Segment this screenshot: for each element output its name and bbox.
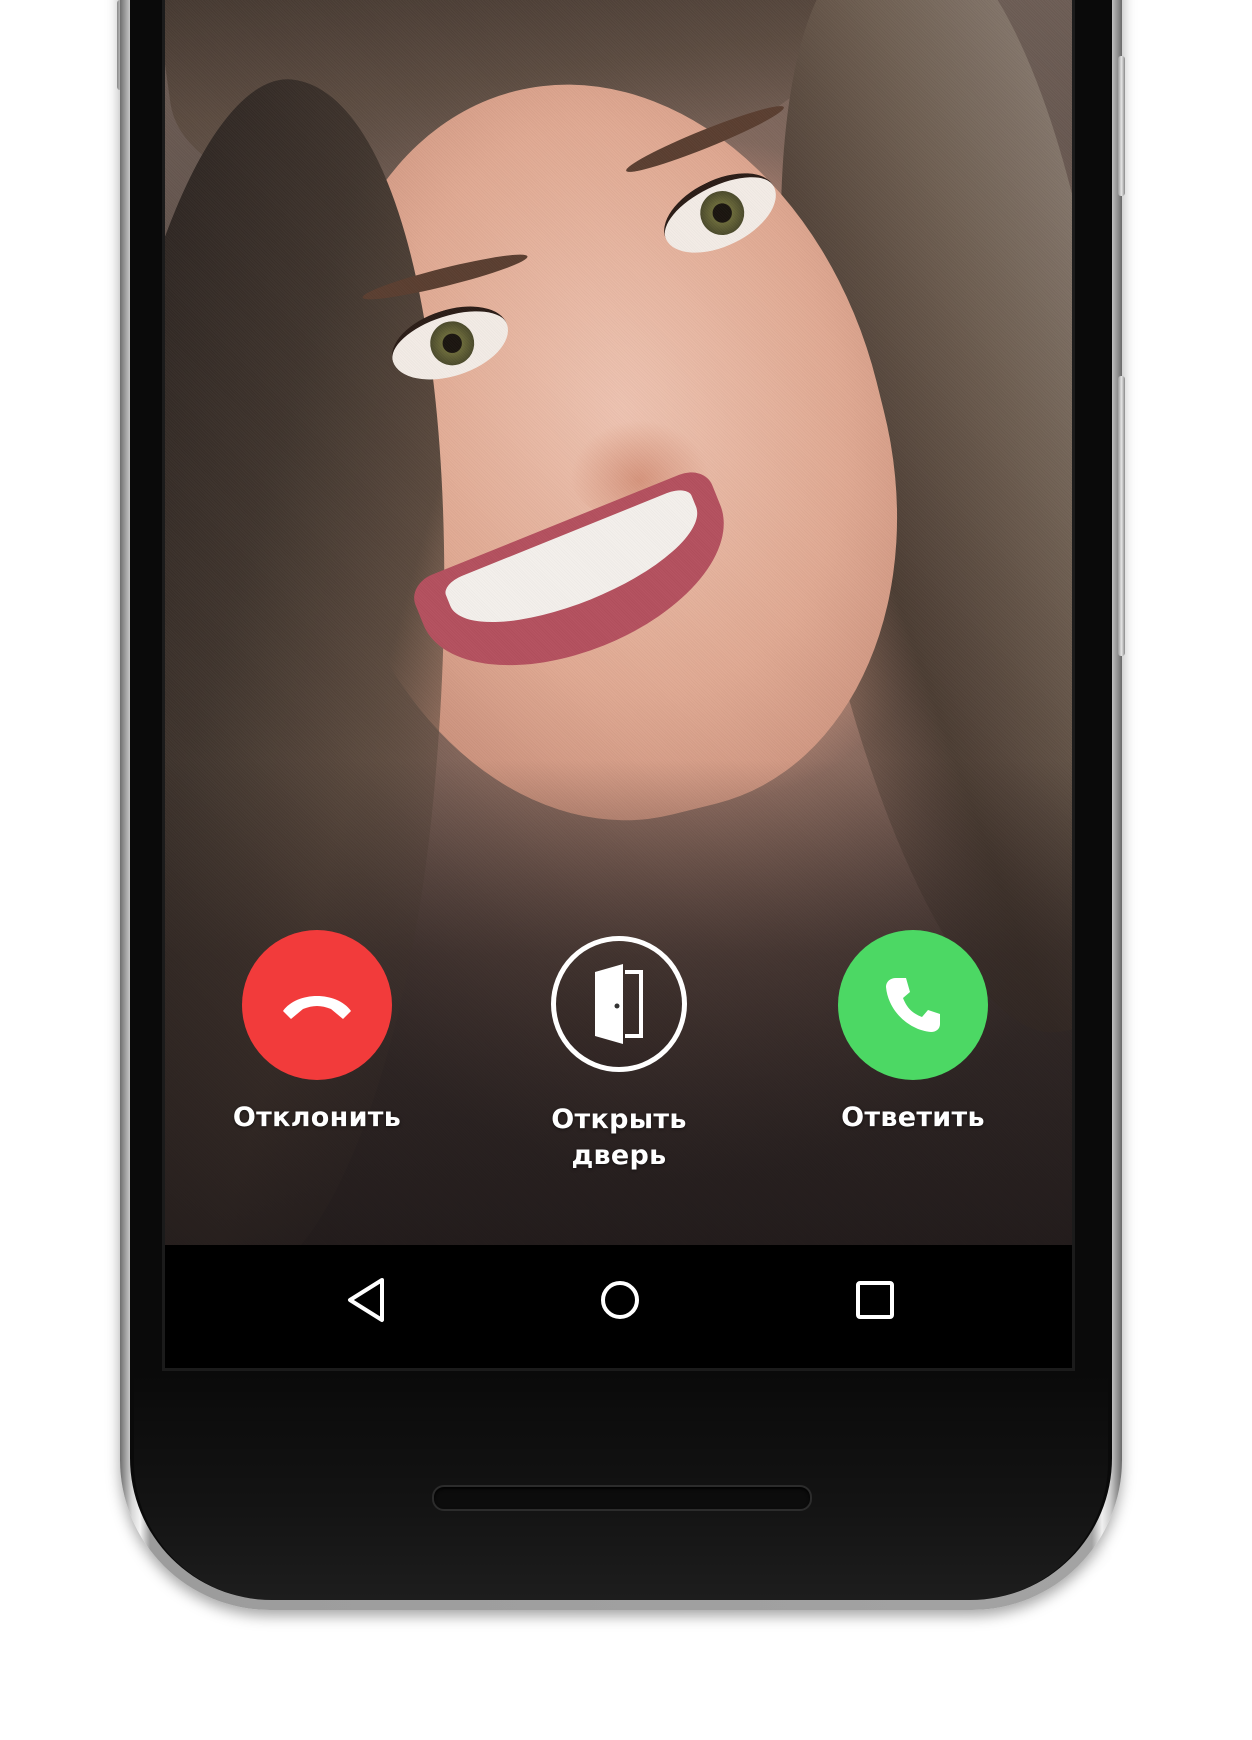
decline-label: Отклонить bbox=[232, 1102, 402, 1133]
decline-action: Отклонить bbox=[207, 930, 427, 1136]
speaker-grille bbox=[432, 1485, 812, 1511]
nav-recents-button[interactable] bbox=[840, 1265, 910, 1335]
recents-square-icon bbox=[856, 1281, 894, 1319]
phone-hangup-icon bbox=[283, 996, 351, 1019]
home-circle-icon bbox=[601, 1281, 639, 1319]
mockup-stage: Отклонить Открыть дверь Ответить bbox=[0, 0, 1252, 1740]
answer-button[interactable] bbox=[838, 930, 988, 1080]
back-triangle-icon bbox=[348, 1278, 384, 1322]
answer-label: Ответить bbox=[841, 1102, 985, 1133]
open-door-label: Открыть дверь bbox=[551, 1104, 687, 1171]
navigation-bar bbox=[165, 1245, 1072, 1368]
phone-screen: Отклонить Открыть дверь Ответить bbox=[162, 0, 1075, 1371]
power-button bbox=[1118, 376, 1125, 656]
nav-back-button[interactable] bbox=[331, 1265, 401, 1335]
open-door-button[interactable] bbox=[551, 936, 687, 1072]
decline-button[interactable] bbox=[242, 930, 392, 1080]
door-open-icon bbox=[595, 964, 643, 1044]
open-door-action: Открыть дверь bbox=[509, 930, 729, 1174]
caller-video-feed: Отклонить Открыть дверь Ответить bbox=[165, 0, 1072, 1245]
phone-icon bbox=[886, 978, 940, 1032]
nav-home-button[interactable] bbox=[585, 1265, 655, 1335]
answer-action: Ответить bbox=[803, 930, 1023, 1136]
volume-button bbox=[1118, 56, 1125, 196]
